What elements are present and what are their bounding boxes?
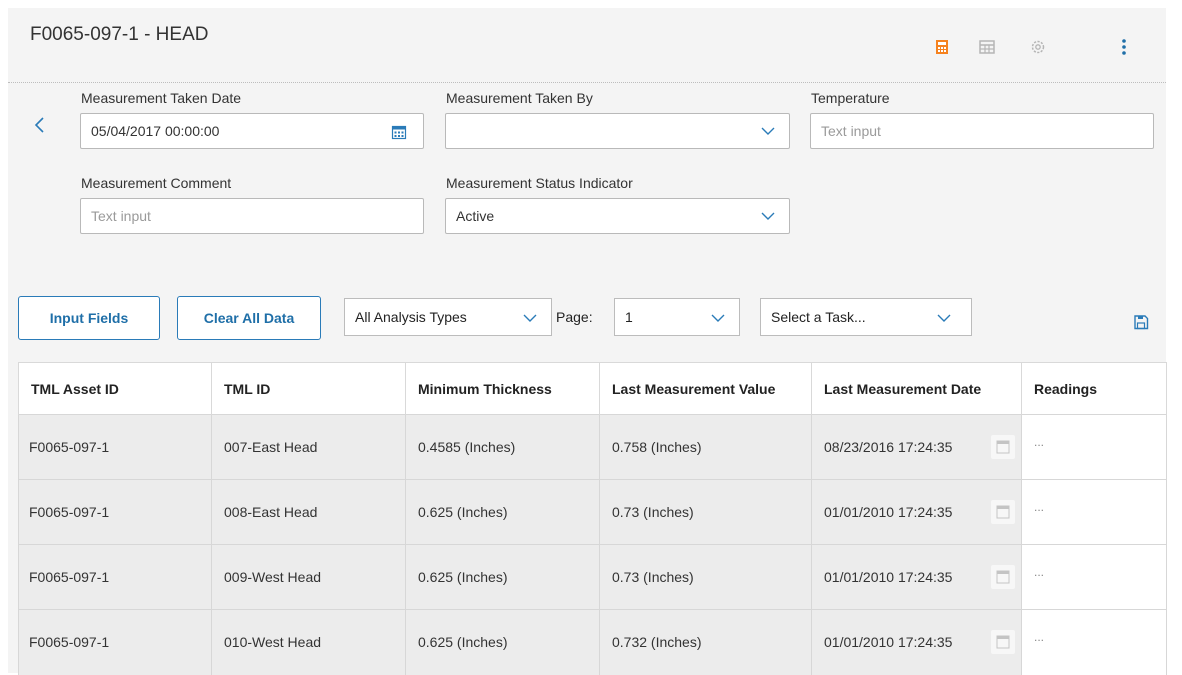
measurement-status-indicator-label: Measurement Status Indicator [446,175,633,191]
calendar-icon[interactable] [991,435,1015,459]
cell-last-measurement-date[interactable]: 01/01/2010 17:24:35 [811,609,1022,675]
task-value: Select a Task... [771,309,866,325]
save-icon[interactable] [1133,314,1149,330]
cell-last-measurement-value[interactable]: 0.732 (Inches) [599,609,812,675]
cell-last-measurement-date[interactable]: 01/01/2010 17:24:35 [811,544,1022,610]
chevron-down-icon [761,127,775,135]
cell-tml-asset-id: F0065-097-1 [18,414,212,480]
cell-minimum-thickness[interactable]: 0.625 (Inches) [405,609,600,675]
calculator-icon[interactable] [933,38,951,56]
temperature-label: Temperature [811,90,890,106]
task-dropdown[interactable]: Select a Task... [760,298,972,336]
table-row[interactable]: F0065-097-1 008-East Head 0.625 (Inches)… [18,479,1167,545]
column-header-readings[interactable]: Readings [1021,362,1167,415]
measurement-taken-date-field[interactable]: 05/04/2017 00:00:00 [80,113,424,149]
header-divider [8,82,1166,83]
cell-last-measurement-value[interactable]: 0.73 (Inches) [599,479,812,545]
last-measurement-date-text: 01/01/2010 17:24:35 [824,569,953,585]
cell-tml-id: 007-East Head [211,414,406,480]
cell-last-measurement-value[interactable]: 0.73 (Inches) [599,544,812,610]
tml-table: TML Asset ID TML ID Minimum Thickness La… [18,362,1167,675]
cell-tml-id: 008-East Head [211,479,406,545]
cell-tml-id: 010-West Head [211,609,406,675]
input-fields-button[interactable]: Input Fields [18,296,160,340]
calendar-icon[interactable] [391,124,407,140]
cell-readings[interactable]: ... [1021,544,1167,610]
calendar-icon[interactable] [991,565,1015,589]
column-header-tml-id[interactable]: TML ID [211,362,406,415]
chevron-down-icon [711,314,725,322]
measurement-comment-placeholder: Text input [91,208,151,224]
measurement-comment-input[interactable]: Text input [80,198,424,234]
gear-icon[interactable] [1029,38,1047,56]
cell-minimum-thickness[interactable]: 0.625 (Inches) [405,544,600,610]
column-header-tml-asset-id[interactable]: TML Asset ID [18,362,212,415]
analysis-types-value: All Analysis Types [355,309,467,325]
last-measurement-date-text: 08/23/2016 17:24:35 [824,439,953,455]
cell-tml-asset-id: F0065-097-1 [18,479,212,545]
chevron-down-icon [937,314,951,322]
cell-tml-id: 009-West Head [211,544,406,610]
chevron-left-icon[interactable] [30,113,50,137]
measurement-comment-label: Measurement Comment [81,175,232,191]
table-row[interactable]: F0065-097-1 009-West Head 0.625 (Inches)… [18,544,1167,610]
page-label: Page: [556,309,593,325]
page-value: 1 [625,309,633,325]
calendar-icon[interactable] [991,500,1015,524]
measurement-status-indicator-select[interactable]: Active [445,198,790,234]
cell-readings[interactable]: ... [1021,414,1167,480]
page-dropdown[interactable]: 1 [614,298,740,336]
cell-last-measurement-value[interactable]: 0.758 (Inches) [599,414,812,480]
cell-readings[interactable]: ... [1021,609,1167,675]
column-header-last-measurement-date[interactable]: Last Measurement Date [811,362,1022,415]
chevron-down-icon [523,314,537,322]
measurement-taken-by-select[interactable] [445,113,790,149]
cell-tml-asset-id: F0065-097-1 [18,609,212,675]
cell-last-measurement-date[interactable]: 08/23/2016 17:24:35 [811,414,1022,480]
temperature-placeholder: Text input [821,123,881,139]
more-vertical-icon[interactable] [1115,38,1133,56]
page-title: F0065-097-1 - HEAD [30,24,209,45]
table-row[interactable]: F0065-097-1 010-West Head 0.625 (Inches)… [18,609,1167,675]
column-header-last-measurement-value[interactable]: Last Measurement Value [599,362,812,415]
temperature-input[interactable]: Text input [810,113,1154,149]
last-measurement-date-text: 01/01/2010 17:24:35 [824,634,953,651]
chevron-down-icon [761,212,775,220]
cell-minimum-thickness[interactable]: 0.625 (Inches) [405,479,600,545]
cell-minimum-thickness[interactable]: 0.4585 (Inches) [405,414,600,480]
calendar-icon[interactable] [991,630,1015,654]
cell-readings[interactable]: ... [1021,479,1167,545]
last-measurement-date-text: 01/01/2010 17:24:35 [824,504,953,520]
table-header-row: TML Asset ID TML ID Minimum Thickness La… [18,362,1167,415]
cell-last-measurement-date[interactable]: 01/01/2010 17:24:35 [811,479,1022,545]
clear-all-data-button[interactable]: Clear All Data [177,296,321,340]
table-row[interactable]: F0065-097-1 007-East Head 0.4585 (Inches… [18,414,1167,480]
measurement-taken-date-value: 05/04/2017 00:00:00 [91,123,220,139]
column-header-minimum-thickness[interactable]: Minimum Thickness [405,362,600,415]
table-view-icon[interactable] [978,38,996,56]
measurement-taken-date-label: Measurement Taken Date [81,90,242,106]
cell-tml-asset-id: F0065-097-1 [18,544,212,610]
analysis-types-dropdown[interactable]: All Analysis Types [344,298,552,336]
measurement-taken-by-label: Measurement Taken By [446,90,593,106]
measurement-status-indicator-value: Active [456,208,495,224]
